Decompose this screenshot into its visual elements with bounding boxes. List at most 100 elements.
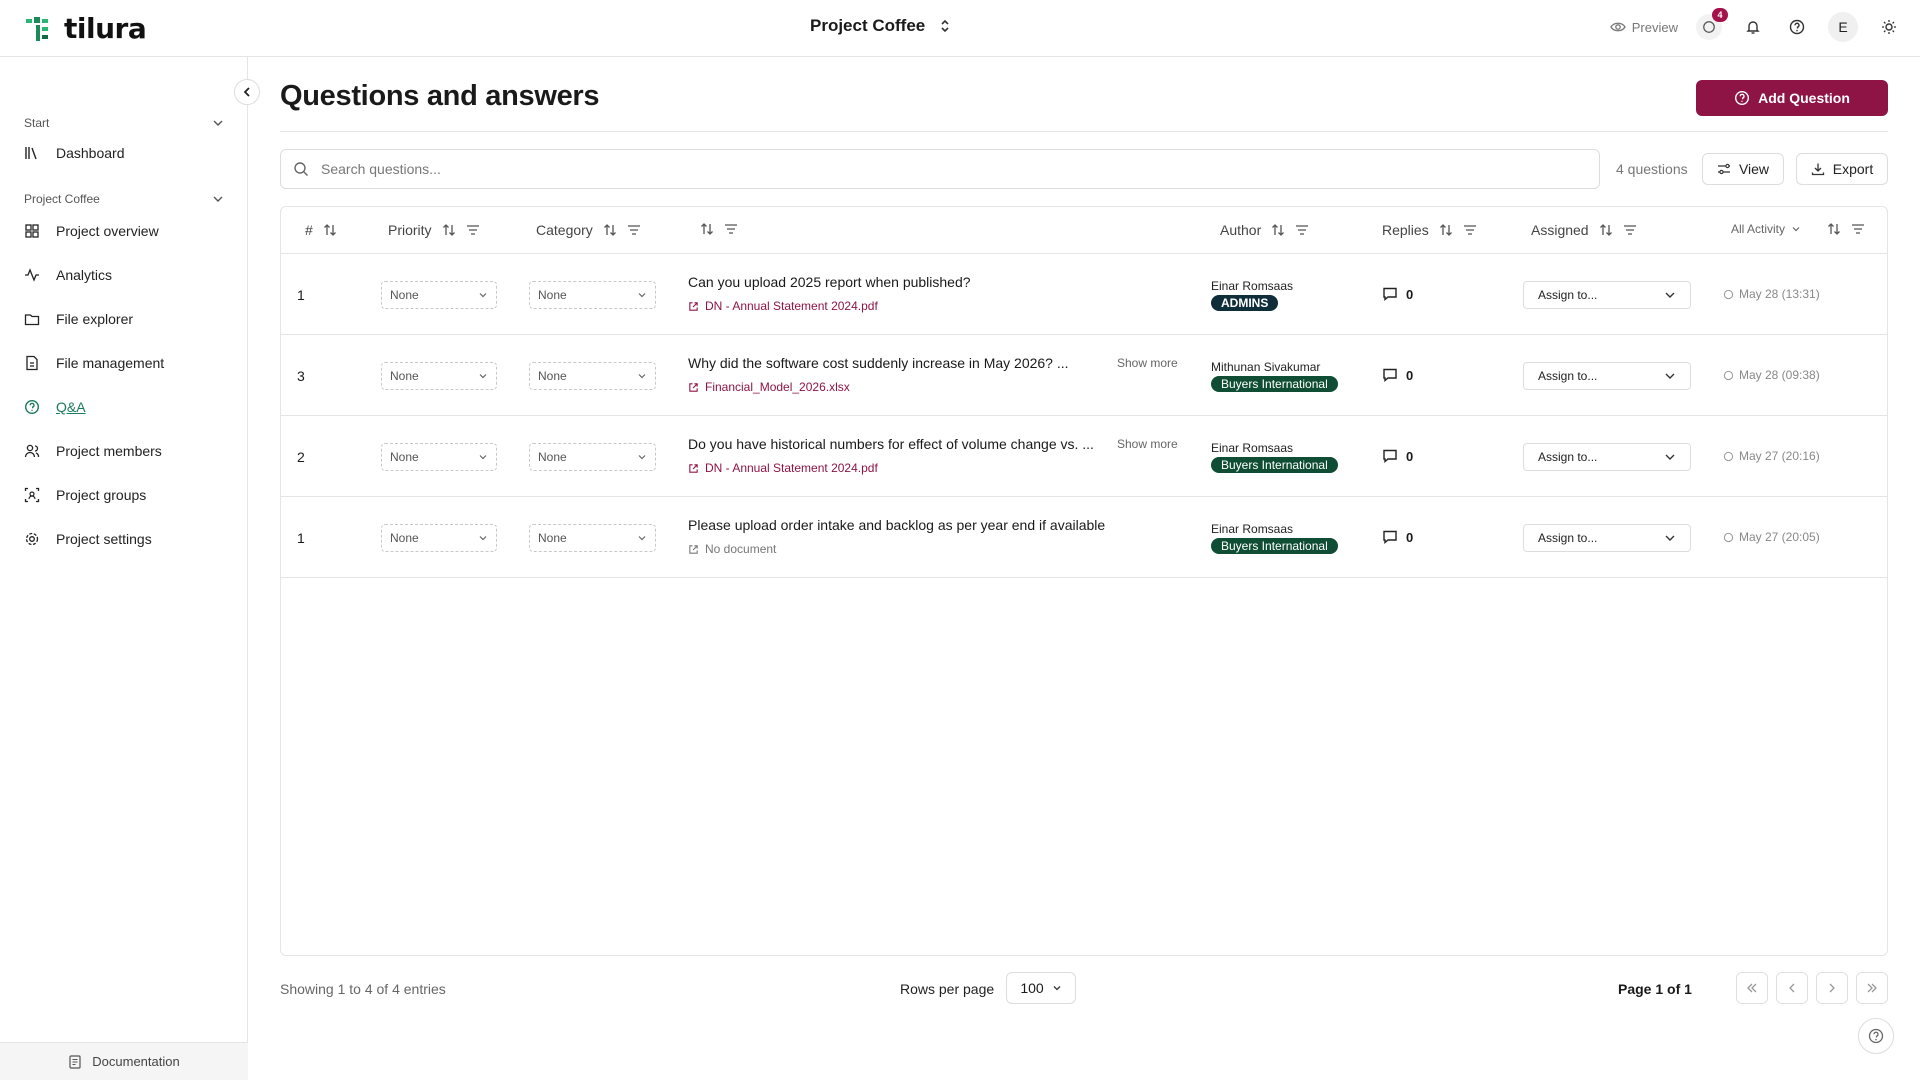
chevron-down-icon bbox=[479, 536, 487, 541]
priority-dropdown[interactable]: None bbox=[381, 281, 497, 309]
sidebar-group-start: Start Dashboard bbox=[24, 113, 224, 173]
project-switcher[interactable]: Project Coffee bbox=[810, 16, 951, 36]
sidebar-group-toggle-start[interactable]: Start bbox=[24, 113, 224, 133]
sidebar-item-qa[interactable]: Q&A bbox=[24, 385, 224, 429]
column-header-number[interactable]: # bbox=[305, 222, 337, 238]
category-dropdown[interactable]: None bbox=[529, 362, 656, 390]
question-text[interactable]: Can you upload 2025 report when publishe… bbox=[688, 274, 971, 290]
filter-icon[interactable] bbox=[627, 223, 641, 237]
column-header-question[interactable] bbox=[700, 222, 738, 236]
priority-dropdown[interactable]: None bbox=[381, 362, 497, 390]
question-text[interactable]: Please upload order intake and backlog a… bbox=[688, 517, 1105, 533]
filter-icon[interactable] bbox=[466, 223, 480, 237]
category-dropdown[interactable]: None bbox=[529, 443, 656, 471]
category-dropdown[interactable]: None bbox=[529, 524, 656, 552]
filter-icon[interactable] bbox=[1463, 223, 1477, 237]
sidebar-group-toggle-project[interactable]: Project Coffee bbox=[24, 189, 224, 209]
column-header-activity[interactable]: All Activity bbox=[1731, 222, 1865, 236]
assign-dropdown[interactable]: Assign to... bbox=[1523, 362, 1691, 390]
preview-button[interactable]: Preview bbox=[1609, 19, 1678, 35]
priority-value: None bbox=[390, 450, 419, 464]
rows-per-page-value: 100 bbox=[1020, 980, 1044, 996]
last-activity: May 28 (09:38) bbox=[1723, 368, 1820, 382]
qa-notification-button[interactable]: 4 bbox=[1696, 8, 1728, 40]
assign-dropdown[interactable]: Assign to... bbox=[1523, 524, 1691, 552]
assign-dropdown[interactable]: Assign to... bbox=[1523, 443, 1691, 471]
next-page-button[interactable] bbox=[1816, 972, 1848, 1004]
document-link[interactable]: Financial_Model_2026.xlsx bbox=[688, 380, 850, 394]
sidebar-item-analytics[interactable]: Analytics bbox=[24, 253, 224, 297]
question-text[interactable]: Do you have historical numbers for effec… bbox=[688, 436, 1094, 452]
chevron-down-icon bbox=[1665, 373, 1675, 379]
priority-dropdown[interactable]: None bbox=[381, 524, 497, 552]
sidebar-item-label: Q&A bbox=[56, 399, 86, 415]
preview-label: Preview bbox=[1631, 19, 1678, 35]
show-more-link[interactable]: Show more bbox=[1117, 437, 1178, 451]
logo[interactable]: tilura bbox=[24, 12, 147, 45]
top-bar: tilura Project Coffee Preview 4 E bbox=[0, 0, 1920, 57]
sort-icon[interactable] bbox=[442, 223, 456, 237]
filter-icon[interactable] bbox=[1295, 223, 1309, 237]
show-more-link[interactable]: Show more bbox=[1117, 356, 1178, 370]
sidebar-item-label: Analytics bbox=[56, 267, 113, 283]
add-question-button[interactable]: Add Question bbox=[1696, 80, 1888, 116]
last-page-button[interactable] bbox=[1856, 972, 1888, 1004]
sidebar-item-project-members[interactable]: Project members bbox=[24, 429, 224, 473]
table-row[interactable]: 1 None None Can you upload 2025 report w… bbox=[281, 254, 1887, 335]
help-button[interactable] bbox=[1784, 14, 1810, 40]
sort-icon[interactable] bbox=[1271, 223, 1285, 237]
activity-timestamp: May 27 (20:05) bbox=[1739, 530, 1820, 544]
sidebar-collapse-button[interactable] bbox=[234, 79, 260, 105]
sidebar-item-label: File explorer bbox=[56, 311, 134, 327]
column-header-author[interactable]: Author bbox=[1220, 222, 1309, 238]
activity-filter-dropdown[interactable]: All Activity bbox=[1731, 222, 1785, 236]
sidebar-item-file-explorer[interactable]: File explorer bbox=[24, 297, 224, 341]
sort-icon[interactable] bbox=[700, 222, 714, 236]
user-avatar[interactable]: E bbox=[1828, 12, 1858, 42]
notifications-button[interactable] bbox=[1740, 14, 1766, 40]
sidebar-item-project-overview[interactable]: Project overview bbox=[24, 209, 224, 253]
sort-icon[interactable] bbox=[1599, 223, 1613, 237]
previous-page-button[interactable] bbox=[1776, 972, 1808, 1004]
sort-icon[interactable] bbox=[1827, 222, 1841, 236]
column-header-category[interactable]: Category bbox=[536, 222, 641, 238]
chevron-down-icon bbox=[479, 374, 487, 379]
column-header-assigned[interactable]: Assigned bbox=[1531, 222, 1637, 238]
sidebar-item-project-settings[interactable]: Project settings bbox=[24, 517, 224, 561]
sidebar-item-project-groups[interactable]: Project groups bbox=[24, 473, 224, 517]
category-dropdown[interactable]: None bbox=[529, 281, 656, 309]
sort-icon[interactable] bbox=[603, 223, 617, 237]
sidebar-item-file-management[interactable]: File management bbox=[24, 341, 224, 385]
table-row[interactable]: 2 None None Do you have historical numbe… bbox=[281, 416, 1887, 497]
view-button[interactable]: View bbox=[1702, 153, 1784, 185]
column-header-priority[interactable]: Priority bbox=[388, 222, 480, 238]
filter-icon[interactable] bbox=[1623, 223, 1637, 237]
sidebar-item-dashboard[interactable]: Dashboard bbox=[24, 133, 224, 173]
replies-count[interactable]: 0 bbox=[1382, 448, 1413, 464]
filter-icon[interactable] bbox=[724, 222, 738, 236]
document-link[interactable]: No document bbox=[688, 542, 776, 556]
search-input[interactable] bbox=[321, 161, 1521, 177]
column-header-replies[interactable]: Replies bbox=[1382, 222, 1477, 238]
first-page-button[interactable] bbox=[1736, 972, 1768, 1004]
eye-icon bbox=[1609, 22, 1626, 32]
replies-count[interactable]: 0 bbox=[1382, 367, 1413, 383]
filter-icon[interactable] bbox=[1851, 222, 1865, 236]
chevrons-right-icon bbox=[1867, 983, 1877, 993]
theme-toggle-button[interactable] bbox=[1876, 14, 1902, 40]
question-text[interactable]: Why did the software cost suddenly incre… bbox=[688, 355, 1069, 371]
sort-icon[interactable] bbox=[1439, 223, 1453, 237]
replies-count[interactable]: 0 bbox=[1382, 529, 1413, 545]
document-link[interactable]: DN - Annual Statement 2024.pdf bbox=[688, 461, 878, 475]
assign-dropdown[interactable]: Assign to... bbox=[1523, 281, 1691, 309]
replies-count[interactable]: 0 bbox=[1382, 286, 1413, 302]
priority-dropdown[interactable]: None bbox=[381, 443, 497, 471]
document-link[interactable]: DN - Annual Statement 2024.pdf bbox=[688, 299, 878, 313]
table-row[interactable]: 3 None None Why did the software cost su… bbox=[281, 335, 1887, 416]
rows-per-page-select[interactable]: 100 bbox=[1006, 972, 1076, 1004]
sort-icon[interactable] bbox=[323, 223, 337, 237]
export-button[interactable]: Export bbox=[1796, 153, 1888, 185]
table-row[interactable]: 1 None None Please upload order intake a… bbox=[281, 497, 1887, 578]
help-fab-button[interactable] bbox=[1858, 1018, 1894, 1054]
documentation-link[interactable]: Documentation bbox=[0, 1042, 248, 1080]
